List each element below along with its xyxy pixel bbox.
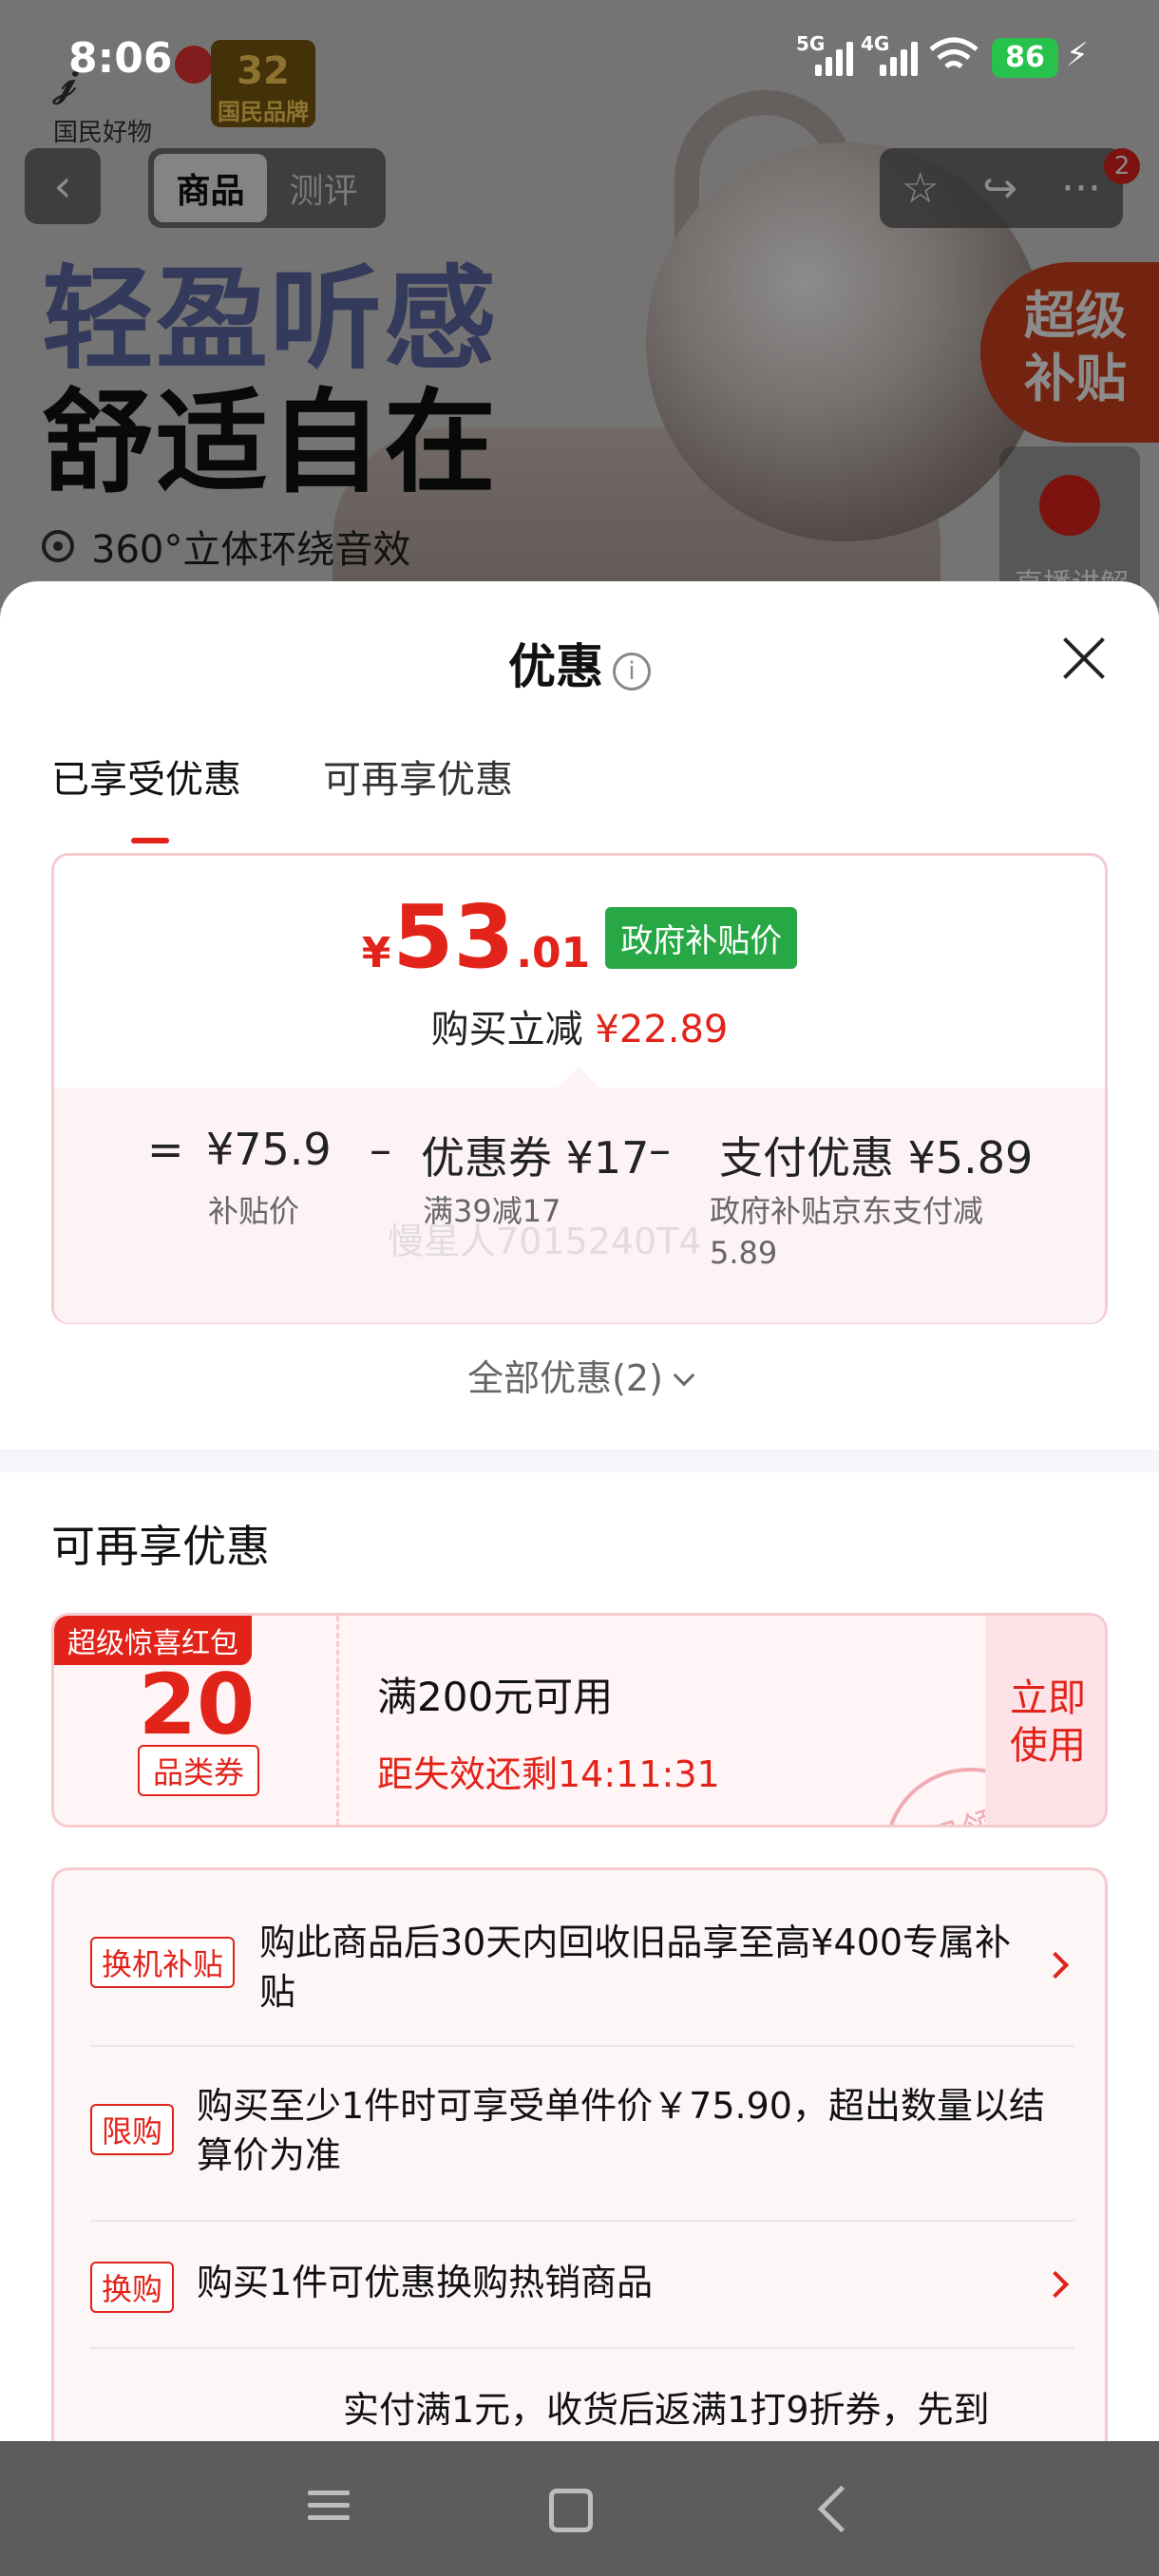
wifi-icon — [929, 37, 978, 68]
saved-amount: ¥22.89 — [595, 1008, 729, 1051]
list-item[interactable]: 换购 购买1件可优惠换购热销商品 — [90, 2222, 1074, 2349]
pay-discount: 支付优惠 ¥5.89 — [719, 1132, 1034, 1184]
saved-label: 购买立减 — [430, 1008, 583, 1051]
info-icon[interactable]: i — [613, 653, 651, 691]
promotions-sheet: 优惠 i 已享受优惠 可再享优惠 ¥ 53 .01 政府补贴价 购买立减 ¥22.… — [0, 581, 1159, 2443]
price-breakdown: = ¥75.9 补贴价 – 优惠券 ¥17 满39减17 – 支付优惠 ¥5.8… — [54, 1067, 1105, 1323]
charging-icon: ⚡ — [1066, 36, 1089, 74]
system-nav-bar — [0, 2441, 1159, 2576]
watermark: 慢星人7015240T4 — [388, 1221, 702, 1262]
use-now-button[interactable]: 立即使用 — [985, 1616, 1105, 1825]
promo-text: 实付满1元，收货后返满1打9折券，先到 — [343, 2389, 990, 2431]
chevron-right-icon — [1041, 1951, 1070, 1979]
price-decimal: .01 — [516, 929, 591, 977]
coupon-condition: 满200元可用 — [377, 1674, 614, 1720]
signal-bars-2-icon — [880, 42, 918, 76]
all-promos-toggle[interactable]: 全部优惠(2) — [0, 1349, 1159, 1401]
chevron-right-icon — [1041, 2270, 1070, 2299]
list-item[interactable]: 换机补贴 购此商品后30天内回收旧品享至高¥400专属补贴 — [90, 1899, 1074, 2047]
coupon-card[interactable]: 20 品类券 超级惊喜红包 满200元可用 距失效还剩14:11:31 已领 立… — [51, 1613, 1108, 1828]
coupon-value: 20 — [138, 1656, 256, 1753]
equals-sign: = — [147, 1124, 184, 1175]
list-item: 实付满1元，收货后返满1打9折券，先到 — [90, 2349, 1074, 2443]
minus-sign: – — [649, 1124, 671, 1175]
saved-amount-line: 购买立减 ¥22.89 — [54, 998, 1105, 1053]
home-icon[interactable] — [549, 2489, 593, 2532]
final-price: ¥ 53 .01 政府补贴价 — [54, 894, 1105, 981]
promo-tag: 限购 — [90, 2104, 175, 2155]
signal-bars-1-icon — [815, 42, 853, 76]
section-divider — [0, 1449, 1159, 1472]
coupon-discount: 优惠券 ¥17 — [421, 1132, 650, 1184]
promo-tag: 换机补贴 — [90, 1937, 236, 1988]
gov-subsidy-tag: 政府补贴价 — [605, 906, 798, 969]
status-bar: 8:06 5G 4G 86 ⚡ — [0, 0, 1159, 114]
back-nav-icon[interactable] — [809, 2483, 863, 2536]
section-title: 可再享优惠 — [51, 1521, 270, 1572]
battery-indicator: 86 — [992, 38, 1058, 78]
all-promos-label: 全部优惠(2) — [467, 1357, 663, 1399]
promo-tabs: 已享受优惠 可再享优惠 — [51, 748, 513, 843]
pay-discount-label: 政府补贴京东支付减5.89 — [710, 1193, 984, 1271]
promo-list: 换机补贴 购此商品后30天内回收旧品享至高¥400专属补贴 限购 购买至少1件时… — [51, 1867, 1108, 2443]
coupon-countdown: 距失效还剩14:11:31 — [377, 1753, 720, 1795]
clock: 8:06 — [68, 34, 173, 83]
price-integer: 53 — [392, 886, 515, 988]
promo-tag: 换购 — [90, 2262, 175, 2313]
price-symbol: ¥ — [361, 929, 391, 977]
base-price-label: 补贴价 — [208, 1193, 300, 1229]
tab-enjoyed[interactable]: 已享受优惠 — [51, 748, 241, 843]
minus-sign: – — [370, 1124, 391, 1175]
sheet-title-text: 优惠 — [508, 639, 603, 694]
coupon-type: 品类券 — [138, 1745, 260, 1796]
base-price: ¥75.9 — [206, 1124, 332, 1175]
promo-text: 购买至少1件时可享受单件价￥75.90，超出数量以结算价为准 — [197, 2085, 1045, 2176]
recent-apps-icon[interactable] — [302, 2483, 355, 2536]
coupon-ribbon: 超级惊喜红包 — [54, 1616, 252, 1665]
sheet-title: 优惠 i — [0, 629, 1159, 697]
chevron-down-icon — [673, 1364, 695, 1387]
promo-text: 购买1件可优惠换购热销商品 — [197, 2262, 654, 2303]
tab-more-available[interactable]: 可再享优惠 — [323, 748, 513, 804]
promo-text: 购此商品后30天内回收旧品享至高¥400专属补贴 — [259, 1922, 1012, 2013]
close-icon[interactable] — [1060, 635, 1108, 682]
list-item: 限购 购买至少1件时可享受单件价￥75.90，超出数量以结算价为准 — [90, 2047, 1074, 2222]
